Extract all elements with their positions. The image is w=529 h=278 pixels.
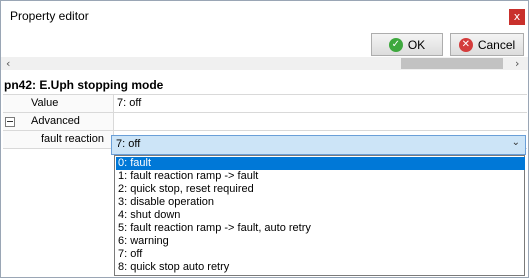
window-title: Property editor [10,9,89,23]
scrollbar-thumb[interactable] [401,58,503,69]
dropdown-option[interactable]: 0: fault [116,157,525,170]
toolbar: ✓ OK ✕ Cancel [1,31,528,57]
property-row-advanced[interactable]: Advanced [3,113,527,131]
property-label-cell: Advanced [3,113,114,130]
property-label: fault reaction [41,133,104,145]
property-value-cell [114,113,527,130]
dropdown-option[interactable]: 4: shut down [116,209,525,222]
dropdown-option[interactable]: 8: quick stop auto retry [116,261,525,274]
ok-button[interactable]: ✓ OK [371,33,443,56]
parameter-title: pn42: E.Uph stopping mode [4,78,164,92]
dropdown-option[interactable]: 2: quick stop, reset required [116,183,525,196]
chevron-down-icon[interactable]: ⌄ [512,137,520,148]
check-icon: ✓ [388,37,403,52]
dropdown-option[interactable]: 7: off [116,248,525,261]
dropdown-option[interactable]: 3: disable operation [116,196,525,209]
property-label: Advanced [31,115,80,127]
select-value: 7: off [116,138,141,150]
property-label-cell: Value [3,95,114,112]
property-row-value[interactable]: Value 7: off [3,94,527,113]
property-label-cell: fault reaction [3,131,114,148]
cancel-icon: ✕ [458,37,473,52]
collapse-icon[interactable] [5,117,15,127]
dropdown-option[interactable]: 6: warning [116,235,525,248]
property-value-cell[interactable]: 7: off [114,95,527,112]
scroll-left-icon[interactable]: ‹ [6,57,10,70]
close-button[interactable]: x [509,9,525,25]
dropdown-option[interactable]: 1: fault reaction ramp -> fault [116,170,525,183]
fault-reaction-dropdown: 0: fault 1: fault reaction ramp -> fault… [114,155,525,276]
title-bar: Property editor x [1,1,528,31]
fault-reaction-select[interactable]: 7: off ⌄ [111,135,526,155]
cancel-label: Cancel [477,37,516,52]
horizontal-scrollbar[interactable]: ‹ › [1,57,528,70]
property-value: 7: off [117,97,142,109]
property-label: Value [31,97,59,109]
dropdown-option[interactable]: 5: fault reaction ramp -> fault, auto re… [116,222,525,235]
cancel-button[interactable]: ✕ Cancel [450,33,524,56]
scroll-right-icon[interactable]: › [515,57,519,70]
ok-label: OK [407,37,426,52]
